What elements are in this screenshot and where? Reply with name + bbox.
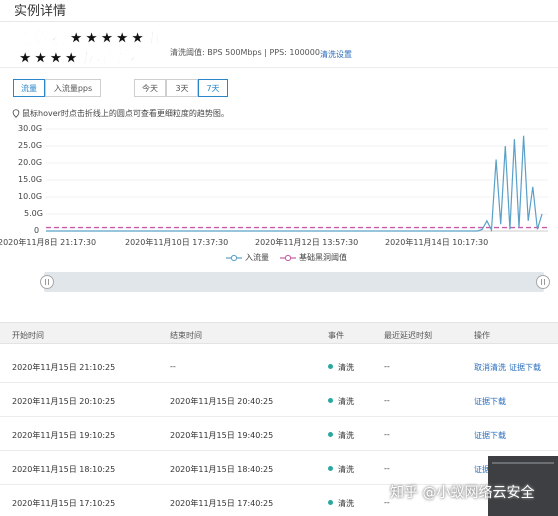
delay-cell: -- — [384, 396, 390, 405]
legend-label: 入流量 — [245, 253, 269, 262]
end-time: 2020年11月15日 18:40:25 — [170, 465, 274, 474]
start-time: 2020年11月15日 18:10:25 — [12, 465, 116, 474]
start-time: 2020年11月15日 19:10:25 — [12, 431, 116, 440]
event-cell: 清洗 — [328, 464, 354, 475]
legend-label: 基础黑洞阈值 — [299, 253, 347, 262]
legend-item-inbound[interactable]: 入流量 — [226, 252, 269, 263]
cleaning-settings-link[interactable]: 清洗设置 — [320, 49, 352, 60]
column-header: 开始时间 — [12, 331, 44, 340]
start-time: 2020年11月15日 21:10:25 — [12, 363, 116, 372]
status-dot — [328, 500, 333, 505]
table-row: 2020年11月15日 20:10:25 2020年11月15日 20:40:2… — [0, 383, 558, 417]
end-time: 2020年11月15日 19:40:25 — [170, 431, 274, 440]
event-label: 清洗 — [338, 465, 354, 474]
traffic-chart: 30.0G 25.0G 20.0G 15.0G 10.0G 5.0G 0 202… — [0, 120, 558, 270]
location-pin-icon — [12, 109, 20, 118]
actions-cell: 取消清洗 证据下载 — [474, 362, 544, 373]
column-header: 最近延迟时刻 — [384, 331, 432, 340]
table-header: 开始时间 结束时间 事件 最近延迟时刻 操作 — [0, 322, 558, 344]
page: 实例详情 强推荐★★★★★五 ★★★★五星推荐 清洗阈值: BPS 500Mbp… — [0, 0, 558, 516]
tab-inbound-pps[interactable]: 入流量pps — [45, 79, 101, 97]
status-dot — [328, 398, 333, 403]
delay-cell: -- — [384, 362, 390, 371]
event-label: 清洗 — [338, 431, 354, 440]
legend-line-icon — [280, 254, 296, 261]
banner-image: 强推荐★★★★★五 ★★★★五星推荐 — [18, 26, 170, 64]
table-row: 2020年11月15日 19:10:25 2020年11月15日 19:40:2… — [0, 417, 558, 451]
evidence-download-link[interactable]: 证据下载 — [509, 363, 541, 372]
table-row: 2020年11月15日 18:10:25 2020年11月15日 18:40:2… — [0, 451, 558, 485]
end-time: -- — [170, 362, 176, 371]
event-label: 清洗 — [338, 499, 354, 508]
delay-cell: -- — [384, 430, 390, 439]
series-line-inbound — [46, 135, 543, 233]
title-bar: 实例详情 — [0, 0, 558, 22]
x-tick-label: 2020年11月10日 17:37:30 — [125, 238, 229, 247]
time-range-slider[interactable] — [44, 272, 544, 292]
chart-hint: 鼠标hover时点击折线上的圆点可查看更细粒度的趋势图。 — [12, 108, 229, 119]
range-7days[interactable]: 7天 — [198, 79, 228, 97]
legend-item-threshold[interactable]: 基础黑洞阈值 — [280, 252, 347, 263]
legend-line-icon — [226, 254, 242, 261]
evidence-download-link[interactable]: 证据下载 — [474, 431, 506, 440]
slider-handle-left[interactable] — [40, 275, 54, 289]
page-title: 实例详情 — [14, 4, 67, 19]
slider-handle-right[interactable] — [536, 275, 550, 289]
event-cell: 清洗 — [328, 498, 354, 509]
x-tick-label: 2020年11月12日 13:57:30 — [255, 238, 359, 247]
end-time: 2020年11月15日 17:40:25 — [170, 499, 274, 508]
x-tick-label: 2020年11月8日 21:17:30 — [0, 238, 97, 247]
status-dot — [328, 432, 333, 437]
range-3days[interactable]: 3天 — [166, 79, 198, 97]
banner-line-2: ★★★★五星推荐 — [18, 48, 148, 64]
column-header: 操作 — [474, 331, 490, 340]
start-time: 2020年11月15日 17:10:25 — [12, 499, 116, 508]
table-row: 2020年11月15日 21:10:25 -- 清洗 -- 取消清洗 证据下载 — [0, 349, 558, 383]
threshold-info: 清洗阈值: BPS 500Mbps | PPS: 100000 — [170, 48, 320, 57]
event-label: 清洗 — [338, 397, 354, 406]
status-dot — [328, 466, 333, 471]
event-label: 清洗 — [338, 363, 354, 372]
range-today[interactable]: 今天 — [134, 79, 166, 97]
actions-cell: 证据下载 — [474, 396, 509, 407]
hint-text: 鼠标hover时点击折线上的圆点可查看更细粒度的趋势图。 — [22, 109, 229, 118]
column-header: 结束时间 — [170, 331, 202, 340]
status-dot — [328, 364, 333, 369]
tab-traffic[interactable]: 流量 — [13, 79, 45, 97]
cancel-cleaning-link[interactable]: 取消清洗 — [474, 363, 506, 372]
watermark-text: 知乎 @小蚁网络云安全 — [390, 485, 535, 501]
evidence-download-link[interactable]: 证据下载 — [474, 397, 506, 406]
x-tick-label: 2020年11月14日 10:17:30 — [385, 238, 489, 247]
actions-cell: 证据下载 — [474, 430, 509, 441]
column-header: 事件 — [328, 331, 344, 340]
divider — [0, 67, 558, 68]
delay-cell: -- — [384, 464, 390, 473]
event-cell: 清洗 — [328, 396, 354, 407]
event-cell: 清洗 — [328, 430, 354, 441]
start-time: 2020年11月15日 20:10:25 — [12, 397, 116, 406]
end-time: 2020年11月15日 20:40:25 — [170, 397, 274, 406]
delay-cell: -- — [384, 498, 390, 507]
event-cell: 清洗 — [328, 362, 354, 373]
